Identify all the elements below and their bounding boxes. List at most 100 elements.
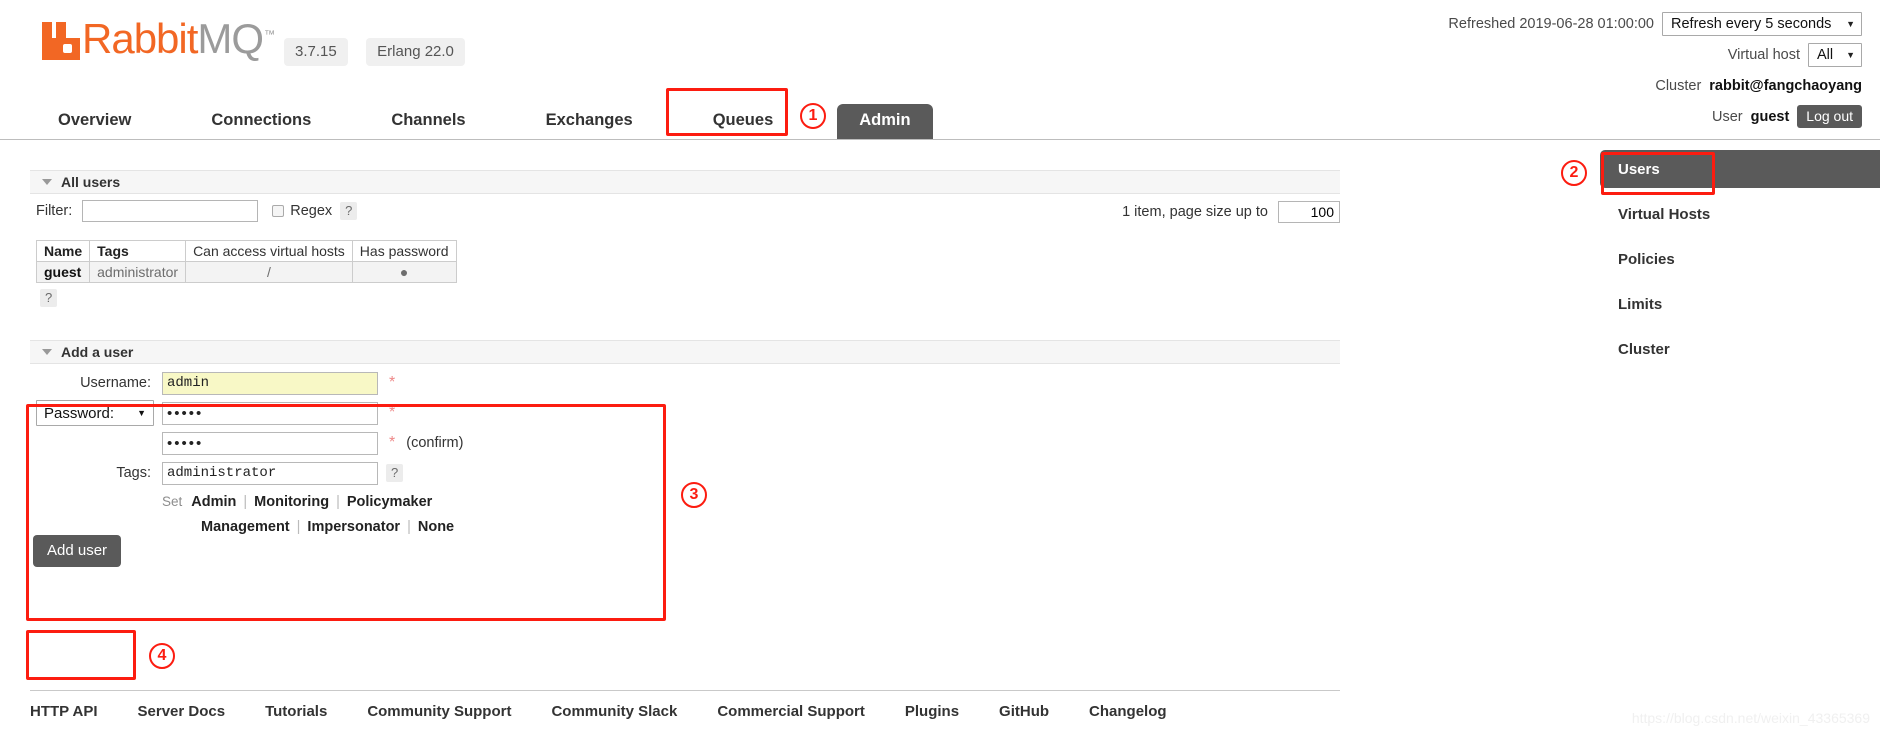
password-type-value: Password: (44, 404, 115, 422)
vhost-select[interactable]: All ▼ (1808, 42, 1862, 67)
users-table-help-icon[interactable]: ? (40, 289, 58, 307)
footer-link-community-support[interactable]: Community Support (367, 703, 511, 720)
password-type-select[interactable]: Password: ▼ (36, 400, 154, 426)
username-input[interactable] (162, 371, 378, 395)
nav-link-overview[interactable]: Overview (42, 104, 147, 139)
all-users-section-label: All users (61, 174, 121, 190)
logo-wordmark: RabbitMQ™ (82, 14, 275, 60)
tags-help-icon[interactable]: ? (386, 464, 404, 482)
nav-link-connections[interactable]: Connections (195, 104, 327, 139)
nav-link-queues[interactable]: Queues (697, 104, 790, 139)
vhost-row: Virtual host All ▼ (1448, 41, 1862, 68)
footer-link-http-api[interactable]: HTTP API (30, 703, 98, 720)
nav-tab-overview[interactable]: Overview (42, 104, 147, 139)
cluster-row: Cluster rabbit@fangchaoyang (1448, 72, 1862, 99)
tag-preset-none[interactable]: None (418, 519, 454, 535)
add-user-section-label: Add a user (61, 344, 134, 360)
add-user-button[interactable]: Add user (33, 535, 122, 567)
filter-input[interactable] (82, 200, 259, 222)
rabbitmq-logo-icon (42, 18, 80, 60)
rabbitmq-version-badge: 3.7.15 (284, 38, 348, 66)
tag-preset-links-2: Management | Impersonator | None (201, 515, 454, 539)
refresh-interval-select[interactable]: Refresh every 5 seconds ▼ (1662, 11, 1862, 36)
annotation-marker-4: 4 (149, 643, 175, 669)
tags-input[interactable] (162, 461, 378, 485)
set-label: Set (162, 494, 183, 509)
tag-preset-monitoring[interactable]: Monitoring (254, 494, 329, 510)
collapse-triangle-icon (42, 179, 52, 185)
footer-link-github[interactable]: GitHub (999, 703, 1049, 720)
col-header-has-password[interactable]: Has password (351, 240, 457, 262)
nav-tab-admin[interactable]: Admin (837, 104, 933, 139)
password-input[interactable] (162, 401, 378, 425)
username-row: Username: * (36, 370, 463, 396)
cell-user-tags: administrator (89, 261, 187, 283)
nav-link-admin[interactable]: Admin (837, 104, 933, 139)
password-confirm-row: * (confirm) (36, 430, 463, 456)
tag-separator: | (243, 494, 248, 510)
footer-link-community-slack[interactable]: Community Slack (551, 703, 677, 720)
tags-label: Tags: (116, 465, 151, 481)
required-asterisk: * (389, 434, 396, 451)
col-header-name[interactable]: Name (35, 240, 91, 262)
footer-link-plugins[interactable]: Plugins (905, 703, 959, 720)
admin-sidebar: Users Virtual Hosts Policies Limits Clus… (1600, 150, 1880, 375)
tag-separator: | (296, 519, 301, 535)
sidebar-item-cluster[interactable]: Cluster (1600, 330, 1880, 368)
sidebar-label-cluster: Cluster (1618, 340, 1670, 358)
version-badges: 3.7.15 Erlang 22.0 (270, 38, 465, 66)
footer-link-changelog[interactable]: Changelog (1089, 703, 1167, 720)
cell-user-name[interactable]: guest (35, 261, 91, 283)
vhost-label: Virtual host (1727, 46, 1800, 63)
tag-preset-policymaker[interactable]: Policymaker (347, 494, 432, 510)
footer-item-community-support[interactable]: Community Support (367, 703, 511, 721)
tag-separator: | (407, 519, 411, 535)
sidebar-item-users[interactable]: Users (1600, 150, 1880, 188)
footer-item-plugins[interactable]: Plugins (905, 703, 959, 721)
sidebar-label-limits: Limits (1618, 295, 1663, 313)
nav-tab-channels[interactable]: Channels (375, 104, 481, 139)
annotation-marker-3: 3 (681, 482, 707, 508)
users-table-head: Name Tags Can access virtual hosts Has p… (35, 240, 457, 262)
footer-item-commercial-support[interactable]: Commercial Support (717, 703, 865, 721)
tag-preset-management[interactable]: Management (201, 519, 290, 535)
nav-tab-queues[interactable]: Queues (697, 104, 790, 139)
collapse-triangle-icon (42, 349, 52, 355)
add-user-section-header[interactable]: Add a user (30, 340, 1340, 364)
rabbitmq-management-page: RabbitMQ™ 3.7.15 Erlang 22.0 Refreshed 2… (0, 0, 1880, 740)
nav-link-channels[interactable]: Channels (375, 104, 481, 139)
nav-link-exchanges[interactable]: Exchanges (530, 104, 649, 139)
sidebar-item-limits[interactable]: Limits (1600, 285, 1880, 323)
page-size-input[interactable] (1278, 201, 1340, 223)
footer-item-server-docs[interactable]: Server Docs (138, 703, 226, 721)
all-users-section-header[interactable]: All users (30, 170, 1340, 194)
col-header-tags[interactable]: Tags (89, 240, 187, 262)
regex-help-icon[interactable]: ? (340, 202, 358, 220)
footer-link-commercial-support[interactable]: Commercial Support (717, 703, 865, 720)
nav-tab-exchanges[interactable]: Exchanges (530, 104, 649, 139)
sidebar-item-policies[interactable]: Policies (1600, 240, 1880, 278)
username-label: Username: (80, 375, 151, 391)
footer-item-tutorials[interactable]: Tutorials (265, 703, 327, 721)
page-size-text: 1 item, page size up to (1122, 204, 1268, 220)
footer-link-tutorials[interactable]: Tutorials (265, 703, 327, 720)
page-size-row: 1 item, page size up to (1122, 201, 1340, 223)
sidebar-item-virtual-hosts[interactable]: Virtual Hosts (1600, 195, 1880, 233)
nav-tab-connections[interactable]: Connections (195, 104, 327, 139)
regex-checkbox[interactable] (272, 205, 285, 217)
password-type-select-wrap: Password: ▼ (36, 400, 162, 426)
tag-preset-impersonator[interactable]: Impersonator (307, 519, 400, 535)
table-row[interactable]: guest administrator / ● (35, 261, 457, 283)
table-header-row: Name Tags Can access virtual hosts Has p… (35, 240, 457, 262)
col-header-vhosts[interactable]: Can access virtual hosts (185, 240, 353, 262)
footer-item-github[interactable]: GitHub (999, 703, 1049, 721)
password-confirm-input[interactable] (162, 431, 378, 455)
footer-item-changelog[interactable]: Changelog (1089, 703, 1167, 721)
footer-item-community-slack[interactable]: Community Slack (551, 703, 677, 721)
rabbitmq-logo[interactable]: RabbitMQ™ (42, 14, 275, 60)
annotation-marker-2: 2 (1561, 160, 1587, 186)
footer-item-http-api[interactable]: HTTP API (30, 703, 98, 721)
users-table: Name Tags Can access virtual hosts Has p… (35, 240, 457, 283)
footer-link-server-docs[interactable]: Server Docs (138, 703, 226, 720)
tag-preset-admin[interactable]: Admin (191, 494, 236, 510)
